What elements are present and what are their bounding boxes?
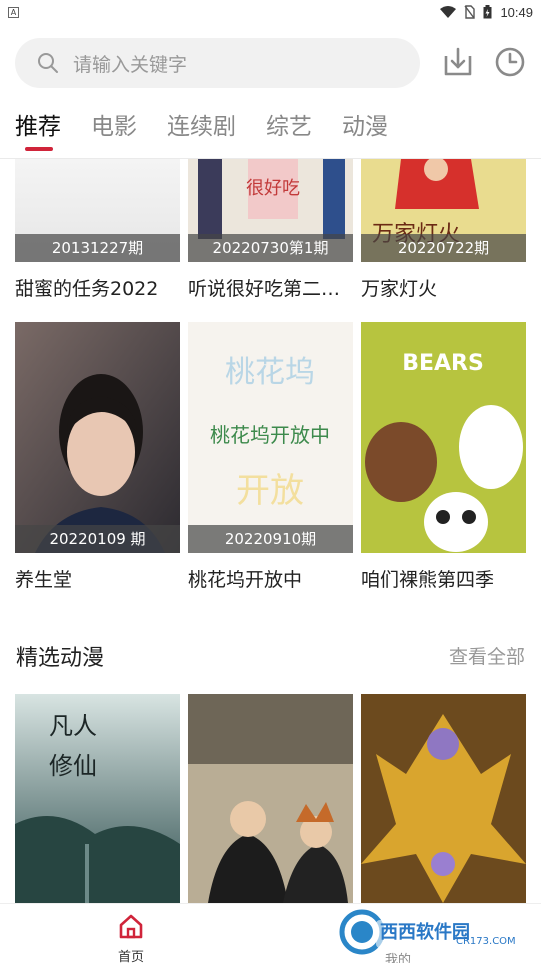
battery-icon [483, 5, 492, 19]
site-watermark: 西西软件园 CR173.COM [339, 909, 526, 955]
tab-anime[interactable]: 动漫 [342, 110, 388, 155]
video-card[interactable]: 很好吃 20220730第1期 听说很好吃第二… [188, 159, 353, 301]
app-notification-icon: A [8, 6, 19, 18]
svg-text:BEARS: BEARS [402, 351, 484, 376]
video-card[interactable]: 20220109 期 养生堂 [15, 322, 180, 592]
wifi-icon [440, 5, 457, 18]
video-card[interactable]: 20131227期 甜蜜的任务2022 [15, 159, 180, 301]
anime-card[interactable] [188, 694, 353, 903]
history-icon[interactable] [494, 46, 526, 78]
anime-card[interactable] [361, 694, 526, 903]
video-card[interactable]: 桃花坞 桃花坞开放中 开放 20220910期 桃花坞开放中 [188, 322, 353, 592]
video-title: 万家灯火 [361, 278, 438, 300]
anime-poster [361, 694, 526, 903]
nav-home-label: 首页 [117, 950, 144, 963]
status-bar: A 10:49 [0, 0, 541, 24]
svg-text:开放: 开放 [236, 471, 304, 511]
anime-poster [188, 694, 353, 903]
video-title: 桃花坞开放中 [188, 569, 303, 591]
status-time: 10:49 [500, 4, 533, 20]
tab-movies[interactable]: 电影 [91, 110, 137, 155]
category-tabs: 推荐 电影 连续剧 综艺 动漫 [15, 110, 388, 155]
no-sim-icon [464, 5, 476, 19]
video-poster: 20220109 期 [15, 322, 180, 553]
video-title: 咱们裸熊第四季 [361, 569, 495, 591]
video-poster: 桃花坞 桃花坞开放中 开放 20220910期 [188, 322, 353, 553]
search-bar[interactable]: 请输入关键字 [15, 38, 420, 88]
video-title: 甜蜜的任务2022 [15, 278, 159, 300]
anime-card[interactable]: 凡人 修仙 [15, 694, 180, 903]
anime-poster: 凡人 修仙 [15, 694, 180, 903]
video-poster: BEARS [361, 322, 526, 553]
episode-badge: 20220109 期 [15, 525, 180, 553]
nav-home[interactable]: 首页 [105, 912, 157, 963]
section-title: 精选动漫 [16, 646, 105, 671]
video-title: 听说很好吃第二… [188, 278, 341, 300]
see-all-link[interactable]: 查看全部 [449, 642, 525, 669]
svg-text:凡人: 凡人 [49, 712, 97, 740]
video-card[interactable]: 万家灯火 20220722期 万家灯火 [361, 159, 526, 301]
svg-text:修仙: 修仙 [49, 752, 97, 780]
episode-badge: 20220910期 [188, 525, 353, 553]
episode-badge: 20131227期 [15, 234, 180, 262]
tab-recommend[interactable]: 推荐 [15, 110, 61, 155]
svg-text:很好吃: 很好吃 [246, 178, 300, 199]
video-card[interactable]: BEARS 咱们裸熊第四季 [361, 322, 526, 592]
video-poster: 万家灯火 20220722期 [361, 159, 526, 262]
watermark-url: CR173.COM [456, 936, 516, 947]
tab-series[interactable]: 连续剧 [167, 110, 236, 155]
video-poster: 很好吃 20220730第1期 [188, 159, 353, 262]
episode-badge: 20220730第1期 [188, 234, 353, 262]
active-tab-indicator [25, 147, 53, 151]
search-placeholder: 请输入关键字 [73, 53, 188, 76]
svg-text:桃花坞开放中: 桃花坞开放中 [210, 423, 330, 447]
svg-text:桃花坞: 桃花坞 [225, 355, 315, 390]
home-icon [119, 914, 143, 939]
search-icon [38, 53, 58, 73]
video-poster: 20131227期 [15, 159, 180, 262]
tab-variety[interactable]: 综艺 [266, 110, 312, 155]
video-title: 养生堂 [15, 569, 73, 591]
episode-badge: 20220722期 [361, 234, 526, 262]
download-icon[interactable] [442, 46, 474, 78]
